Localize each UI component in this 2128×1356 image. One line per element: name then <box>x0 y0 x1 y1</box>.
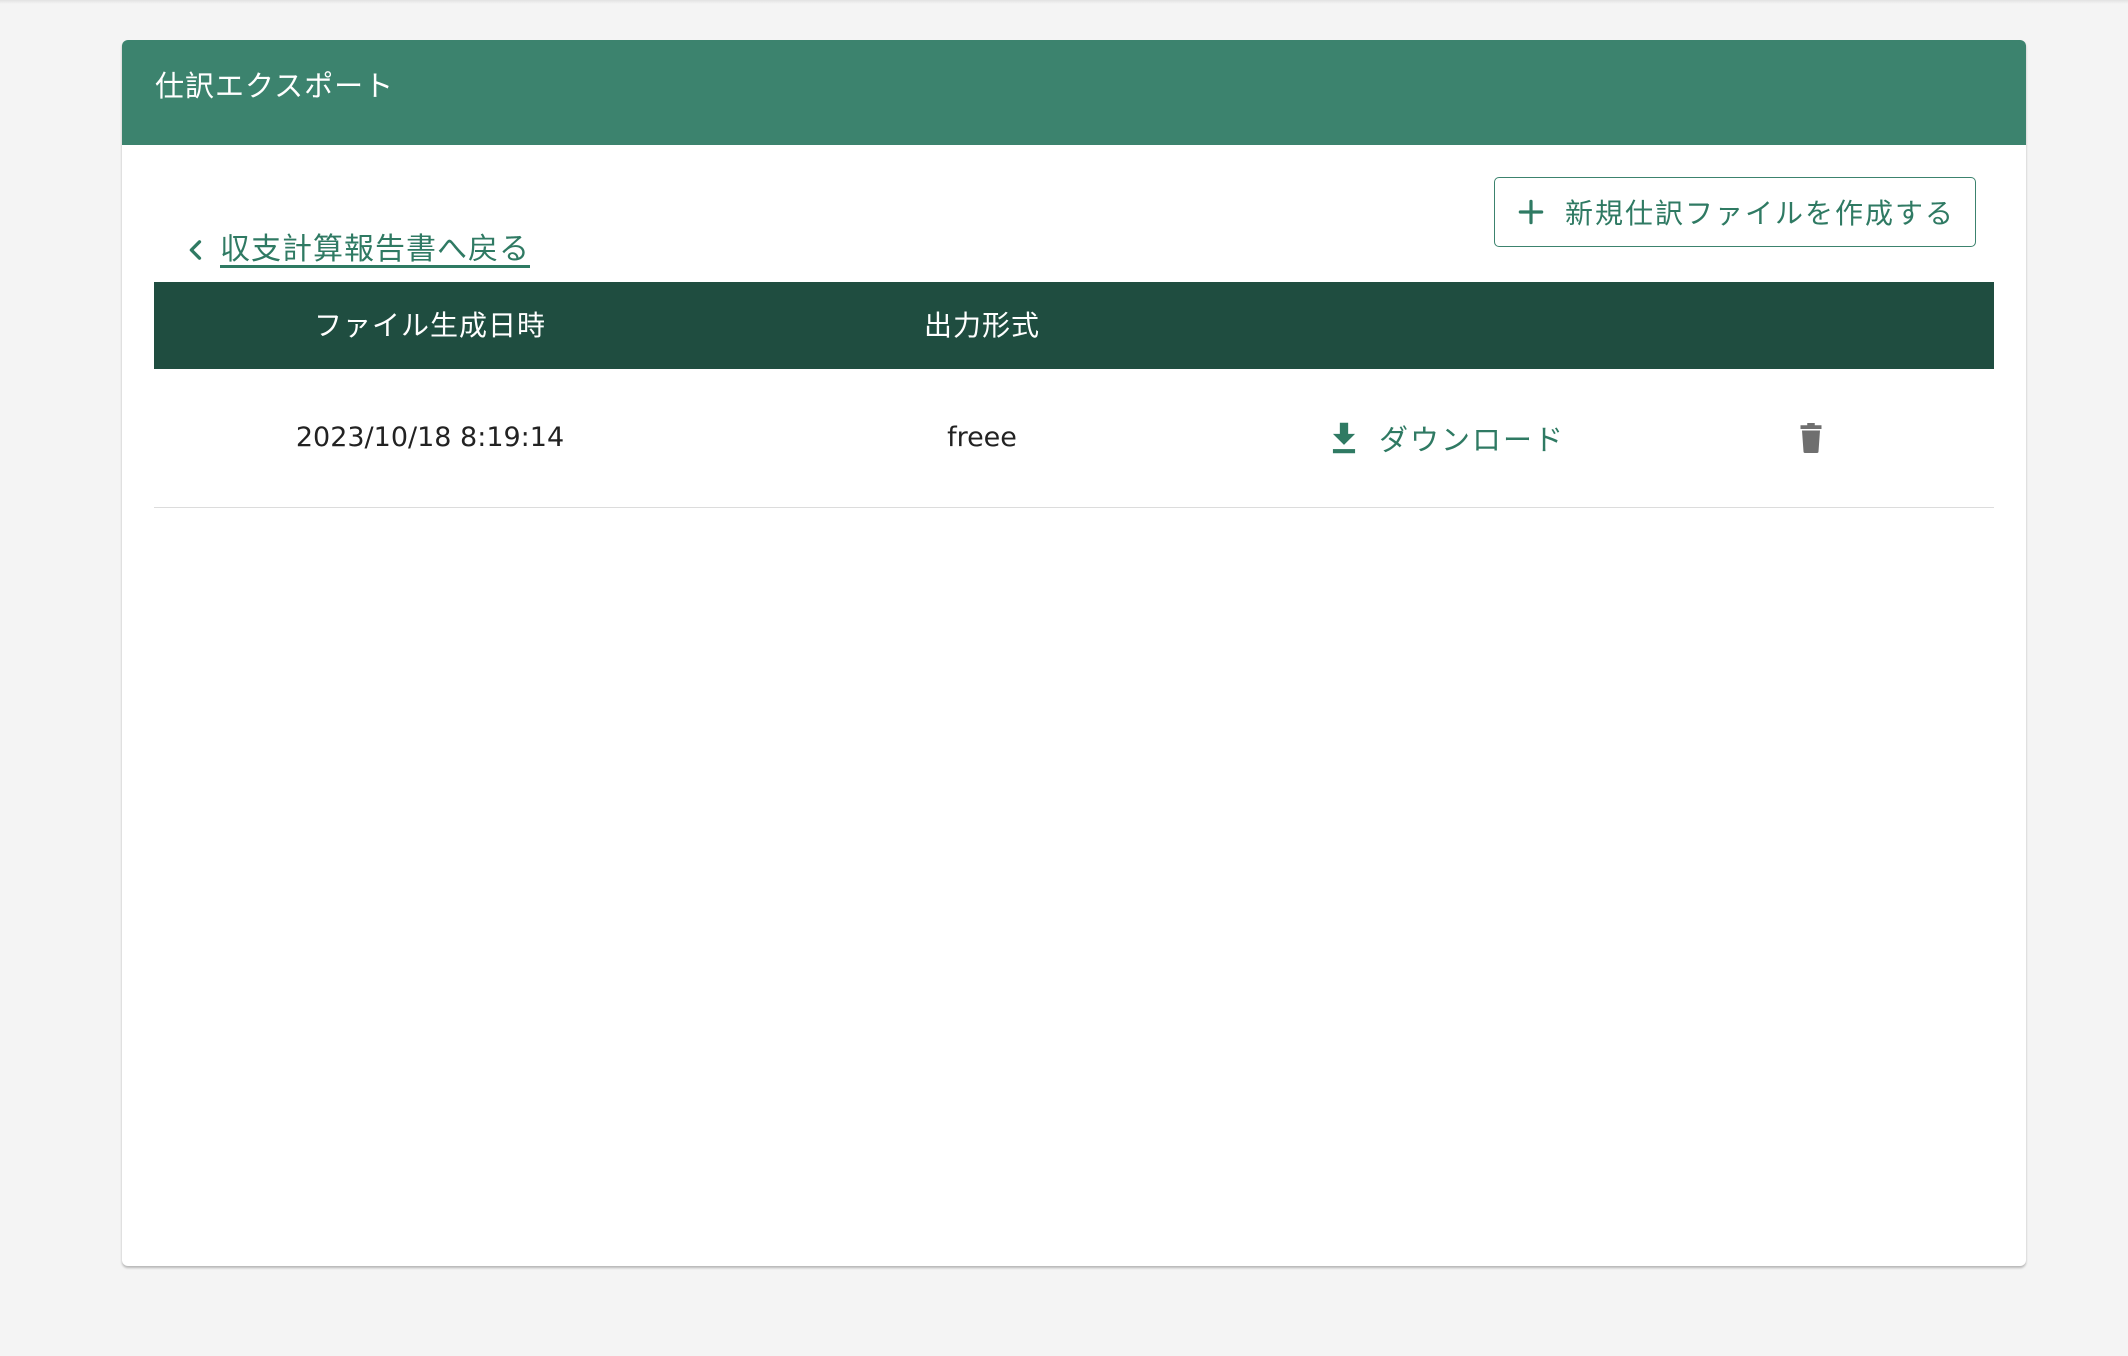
table-row: 2023/10/18 8:19:14 freee ダウンロード <box>154 369 1994 508</box>
card-header: 仕訳エクスポート <box>122 40 2026 145</box>
new-journal-file-button-label: 新規仕訳ファイルを作成する <box>1564 197 1955 230</box>
download-label: ダウンロード <box>1379 423 1566 457</box>
back-to-report-link[interactable]: 収支計算報告書へ戻る <box>182 232 530 268</box>
card-title: 仕訳エクスポート <box>155 69 395 103</box>
cell-format: freee <box>947 422 1017 453</box>
new-journal-file-button[interactable]: 新規仕訳ファイルを作成する <box>1494 177 1976 247</box>
plus-icon <box>1518 199 1544 225</box>
column-header-created-at: ファイル生成日時 <box>313 309 546 342</box>
download-button[interactable]: ダウンロード <box>1327 416 1565 460</box>
back-link-label: 収支計算報告書へ戻る <box>220 232 530 267</box>
top-edge-shadow <box>0 0 2128 4</box>
download-icon <box>1332 422 1356 454</box>
export-files-table: ファイル生成日時 出力形式 2023/10/18 8:19:14 freee ダ… <box>154 282 1994 508</box>
column-header-format: 出力形式 <box>923 309 1040 342</box>
trash-icon[interactable] <box>1793 420 1829 456</box>
export-card: 仕訳エクスポート 収支計算報告書へ戻る 新規仕訳ファイルを作成する ファイル生成… <box>122 40 2026 1266</box>
cell-created-at: 2023/10/18 8:19:14 <box>295 422 565 453</box>
table-header: ファイル生成日時 出力形式 <box>154 282 1994 369</box>
chevron-left-icon <box>189 240 202 260</box>
